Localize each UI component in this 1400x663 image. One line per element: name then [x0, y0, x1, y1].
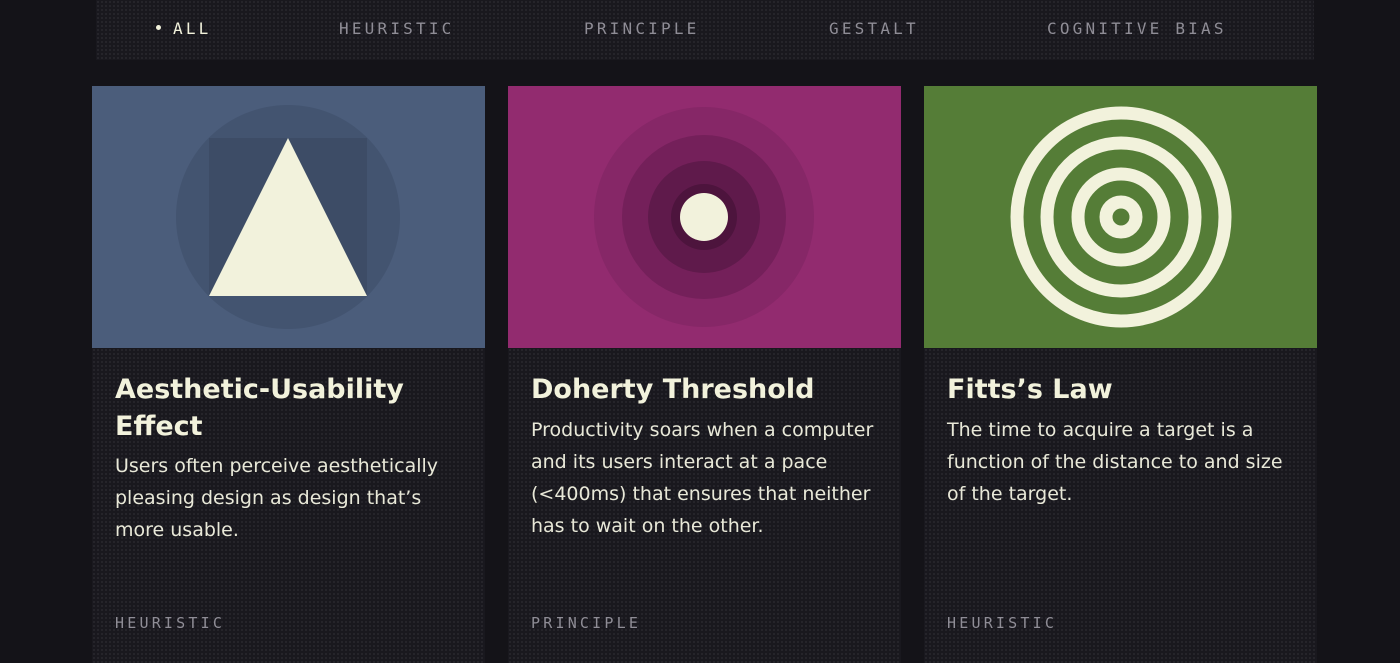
active-filter-dot-icon	[156, 25, 161, 30]
target-rings-icon	[1010, 106, 1232, 328]
card-title: Aesthetic-Usability Effect	[115, 374, 404, 442]
card-body: Fitts’s Law The time to acquire a target…	[924, 348, 1317, 663]
card-illustration	[508, 86, 901, 348]
law-card-fitts-law[interactable]: Fitts’s Law The time to acquire a target…	[924, 86, 1317, 663]
card-category: PRINCIPLE	[531, 614, 642, 632]
filter-all-label: ALL	[173, 19, 212, 38]
filter-gestalt-label: GESTALT	[829, 19, 919, 38]
card-illustration	[92, 86, 485, 348]
card-description: The time to acquire a target is a functi…	[947, 419, 1283, 505]
card-body: Aesthetic-Usability Effect Users often p…	[92, 348, 485, 663]
card-title: Doherty Threshold	[531, 374, 815, 405]
law-card-doherty-threshold[interactable]: Doherty Threshold Productivity soars whe…	[508, 86, 901, 663]
filter-heuristic[interactable]: HEURISTIC	[339, 19, 455, 39]
filter-cognitive-bias[interactable]: COGNITIVE BIAS	[1047, 19, 1227, 39]
filter-heuristic-label: HEURISTIC	[339, 19, 455, 38]
card-description: Productivity soars when a computer and i…	[531, 419, 874, 537]
card-illustration	[924, 86, 1317, 348]
card-title: Fitts’s Law	[947, 374, 1113, 405]
filter-all[interactable]: ALL	[156, 19, 212, 39]
filter-cognitive-bias-label: COGNITIVE BIAS	[1047, 19, 1227, 38]
triangle-icon	[176, 105, 400, 329]
card-body: Doherty Threshold Productivity soars whe…	[508, 348, 901, 663]
law-card-aesthetic-usability[interactable]: Aesthetic-Usability Effect Users often p…	[92, 86, 485, 663]
filter-principle[interactable]: PRINCIPLE	[584, 19, 700, 39]
filter-gestalt[interactable]: GESTALT	[829, 19, 919, 39]
category-filter-bar: ALL HEURISTIC PRINCIPLE GESTALT COGNITIV…	[96, 0, 1314, 60]
card-description: Users often perceive aesthetically pleas…	[115, 455, 439, 541]
card-category: HEURISTIC	[947, 614, 1058, 632]
card-category: HEURISTIC	[115, 614, 226, 632]
concentric-fade-icon	[594, 107, 814, 327]
filter-principle-label: PRINCIPLE	[584, 19, 700, 38]
